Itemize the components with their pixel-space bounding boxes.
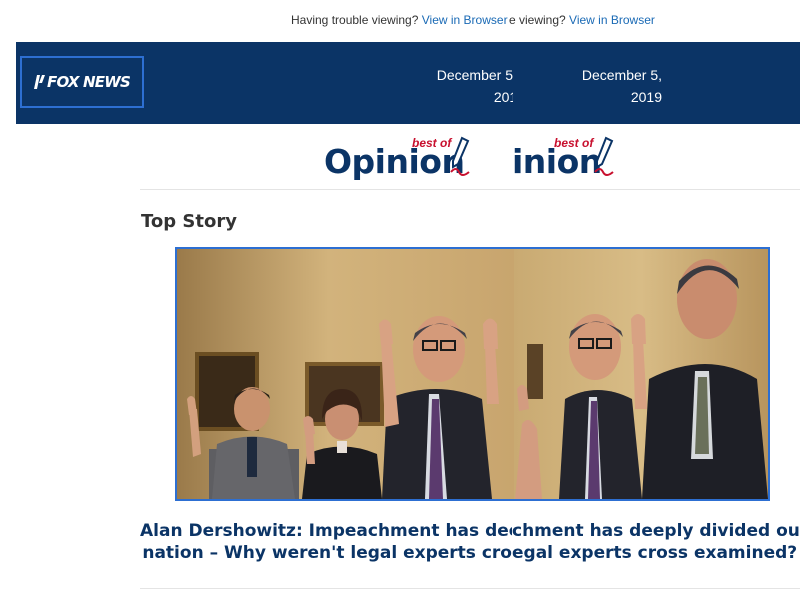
headline-left[interactable]: Alan Dershowitz: Impeachment has dee nat… [140, 520, 512, 564]
date-line-2: 2019 [630, 89, 662, 105]
headline-line-2: nation – Why weren't legal experts cro [142, 543, 512, 563]
top-story-headline[interactable]: Alan Dershowitz: Impeachment has dee nat… [140, 520, 800, 566]
best-of-opinion-logo-duplicate[interactable]: inion best of [512, 136, 622, 188]
view-in-browser-link-duplicate[interactable]: View in Browser [569, 13, 655, 27]
divider-bottom [140, 588, 800, 589]
date-line-2: 2019 [493, 89, 513, 105]
view-in-browser-link[interactable]: View in Browser [422, 13, 508, 27]
section-title: Top Story [141, 211, 237, 232]
headline-right[interactable]: chment has deeply divided our egal exper… [512, 520, 800, 564]
fox-logo-mark-icon [34, 75, 45, 89]
best-of-tag: best of [554, 136, 594, 150]
preheader-text: Having trouble viewing? [291, 13, 419, 27]
date-right: December 5, 2019 [576, 64, 662, 108]
fox-news-logo[interactable]: FOX NEWS [20, 56, 144, 108]
pen-icon [450, 136, 470, 176]
headline-line-1: chment has deeply divided our [512, 521, 800, 541]
best-of-opinion-logo[interactable]: Opinion best of [324, 136, 512, 188]
top-story-photo[interactable] [175, 247, 770, 501]
preheader-left: Having trouble viewing? View in Browser [291, 13, 509, 27]
preheader-text-fragment: e viewing? [509, 13, 566, 27]
pen-icon [594, 136, 614, 176]
preheader: Having trouble viewing? View in Browser … [0, 13, 800, 29]
header-bar: FOX NEWS December 5 2019 December 5, 201… [16, 42, 800, 124]
date-line-1: December 5, [581, 67, 662, 83]
headline-line-1: Alan Dershowitz: Impeachment has dee [140, 521, 512, 541]
witnesses-sworn-in-photo [177, 249, 768, 499]
date-line-1: December 5 [436, 67, 513, 83]
best-of-tag: best of [412, 136, 452, 150]
preheader-right: e viewing? View in Browser [509, 13, 655, 27]
date-left: December 5 2019 [426, 64, 513, 108]
logo-text: FOX NEWS [47, 73, 131, 91]
divider-top [140, 189, 800, 190]
email-page: Having trouble viewing? View in Browser … [0, 0, 800, 600]
headline-line-2: egal experts cross examined? [512, 543, 798, 563]
